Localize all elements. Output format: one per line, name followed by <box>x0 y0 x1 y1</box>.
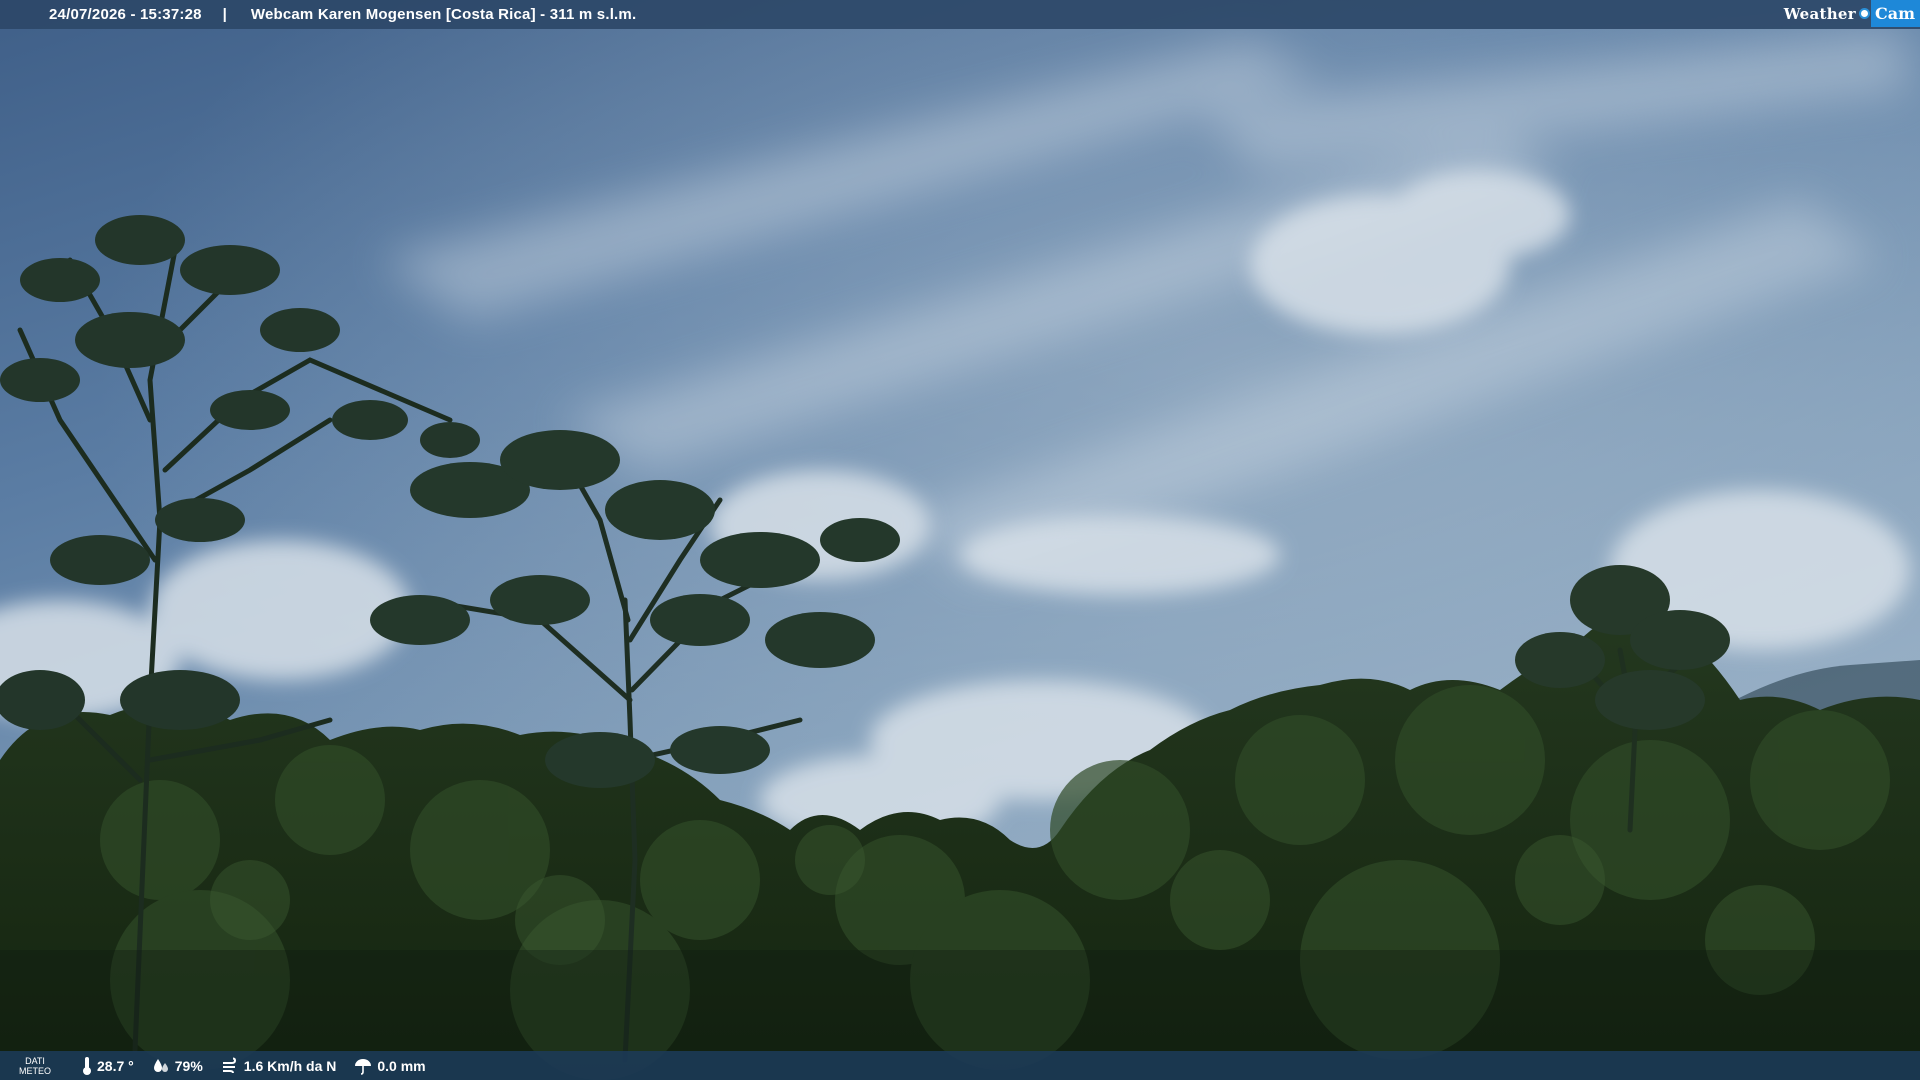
umbrella-icon <box>355 1058 372 1075</box>
wind-value: 1.6 Km/h da N <box>243 1057 337 1074</box>
logo-weather-text: Weather <box>1783 4 1856 23</box>
logo-dot-icon <box>1858 8 1870 19</box>
rain-reading: 0.0 mm <box>354 1057 426 1075</box>
header-bar: 24/07/2026 - 15:37:28 | Webcam Karen Mog… <box>0 0 1920 29</box>
wind-reading: 1.6 Km/h da N <box>221 1057 337 1075</box>
rain-value: 0.0 mm <box>377 1057 426 1074</box>
webcam-title: Webcam Karen Mogensen [Costa Rica] - 311… <box>250 6 637 23</box>
humidity-drops-icon <box>153 1058 168 1072</box>
weather-data-bar: DATI METEO 28.7 ° 79% 1.6 Km/h da N 0.0 … <box>0 1051 1920 1080</box>
dati-meteo-label: DATI METEO <box>18 1055 51 1076</box>
header-separator: | <box>222 6 227 23</box>
humidity-reading: 79% <box>152 1057 203 1075</box>
webcam-image <box>0 0 1920 1080</box>
temperature-reading: 28.7 ° <box>82 1056 134 1076</box>
weathercam-logo[interactable]: Weather Cam <box>1784 0 1920 27</box>
webcam-viewer: 24/07/2026 - 15:37:28 | Webcam Karen Mog… <box>0 0 1920 1080</box>
timestamp: 24/07/2026 - 15:37:28 <box>49 6 202 23</box>
thermometer-icon <box>83 1056 91 1075</box>
temperature-value: 28.7 ° <box>97 1057 134 1074</box>
humidity-value: 79% <box>174 1057 203 1074</box>
wind-icon <box>222 1057 236 1073</box>
logo-cam-text: Cam <box>1870 0 1920 27</box>
